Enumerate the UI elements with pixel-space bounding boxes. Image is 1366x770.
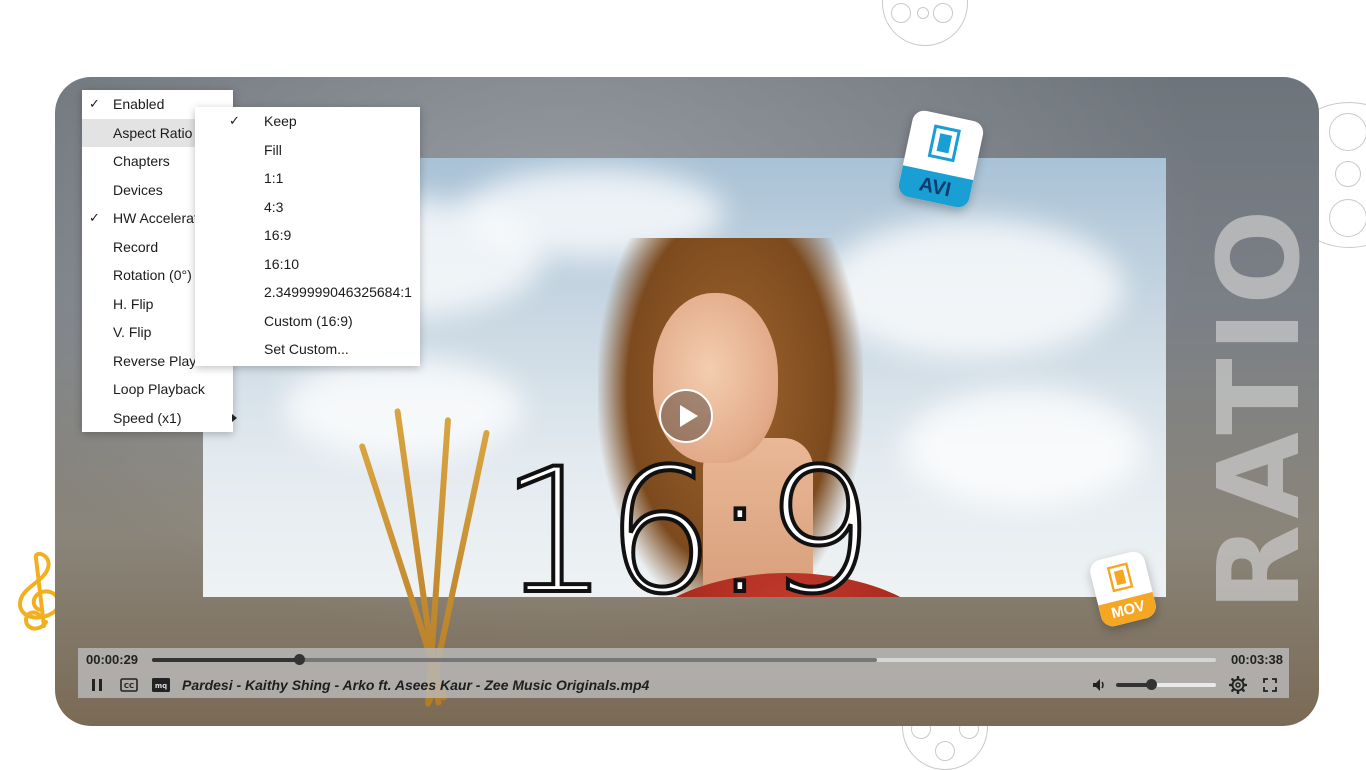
aspect-option-fill[interactable]: Fill — [195, 136, 420, 165]
volume-button[interactable] — [1090, 676, 1108, 694]
menu-item-label: Speed (x1) — [113, 409, 182, 426]
menu-item-label: H. Flip — [113, 295, 154, 312]
player-controls: 00:00:29 00:03:38 CC mq Pardesi - Kaithy… — [78, 648, 1289, 698]
aspect-option-2-3499999046325684-1[interactable]: 2.3499999046325684:1 — [195, 278, 420, 307]
menu-item-speed-x1[interactable]: Speed (x1) — [82, 404, 237, 433]
media-quality-button[interactable]: mq — [151, 676, 171, 694]
menu-item-label: Enabled — [113, 96, 165, 112]
aspect-ratio-overlay-text: 16:9 — [498, 431, 876, 632]
svg-text:CC: CC — [124, 682, 134, 690]
seek-bar[interactable] — [152, 654, 1216, 665]
aspect-option-1-1[interactable]: 1:1 — [195, 164, 420, 193]
menu-item-label: Loop Playback — [113, 381, 205, 397]
aspect-option-4-3[interactable]: 4:3 — [195, 193, 420, 222]
aspect-option-16-10[interactable]: 16:10 — [195, 250, 420, 279]
settings-button[interactable] — [1228, 675, 1248, 695]
seek-played — [152, 658, 299, 662]
film-strip-icon — [1106, 562, 1134, 593]
media-quality-icon: mq — [152, 678, 170, 692]
play-button[interactable] — [659, 389, 713, 443]
film-reel-decoration-top — [882, 0, 968, 46]
aspect-option-label: 16:10 — [264, 255, 300, 272]
menu-item-label: Chapters — [113, 153, 170, 169]
checkmark-icon: ✓ — [229, 113, 240, 128]
checkmark-icon: ✓ — [89, 96, 100, 111]
menu-item-label: Rotation (0°) — [113, 267, 192, 283]
aspect-option-label: Fill — [264, 141, 282, 158]
menu-item-label: V. Flip — [113, 324, 152, 340]
pause-icon — [92, 679, 102, 691]
volume-handle[interactable] — [1146, 679, 1157, 690]
ratio-watermark-text: RATIO — [1195, 203, 1319, 611]
fullscreen-icon — [1263, 678, 1277, 692]
aspect-option-label: 2.3499999046325684:1 — [264, 284, 412, 300]
closed-captions-button[interactable]: CC — [119, 676, 139, 694]
aspect-option-label: 16:9 — [264, 227, 292, 243]
aspect-ratio-submenu: ✓ Keep Fill 1:1 4:3 16:9 16:10 2.34999990463256… — [195, 107, 420, 366]
aspect-option-label: 4:3 — [264, 198, 284, 215]
menu-item-label: Record — [113, 238, 159, 255]
checkmark-icon: ✓ — [89, 210, 100, 225]
film-strip-icon — [927, 124, 961, 163]
aspect-option-label: Set Custom... — [264, 341, 349, 357]
aspect-option-label: Keep — [264, 113, 297, 129]
fullscreen-button[interactable] — [1261, 676, 1279, 694]
current-time: 00:00:29 — [86, 652, 139, 667]
aspect-option-16-9[interactable]: 16:9 — [195, 221, 420, 250]
menu-item-loop-playback[interactable]: Loop Playback — [82, 375, 233, 404]
aspect-option-set-custom[interactable]: Set Custom... — [195, 335, 420, 364]
seek-handle[interactable] — [293, 654, 305, 665]
total-time: 00:03:38 — [1230, 652, 1283, 667]
menu-item-label: Aspect Ratio — [113, 124, 193, 141]
aspect-option-custom-16-9[interactable]: Custom (16:9) — [195, 307, 420, 336]
svg-text:mq: mq — [155, 682, 167, 690]
aspect-option-label: 1:1 — [264, 170, 284, 186]
aspect-option-keep[interactable]: ✓ Keep — [195, 107, 420, 136]
pause-button[interactable] — [88, 676, 106, 694]
menu-item-label: Devices — [113, 181, 163, 198]
submenu-arrow-icon — [232, 413, 237, 422]
closed-captions-icon: CC — [120, 678, 138, 692]
media-title: Pardesi - Kaithy Shing - Arko ft. Asees … — [182, 677, 650, 693]
volume-slider[interactable] — [1116, 679, 1216, 690]
gear-icon — [1229, 676, 1247, 694]
aspect-option-label: Custom (16:9) — [264, 312, 353, 329]
volume-icon — [1093, 679, 1104, 691]
play-icon — [679, 405, 698, 427]
